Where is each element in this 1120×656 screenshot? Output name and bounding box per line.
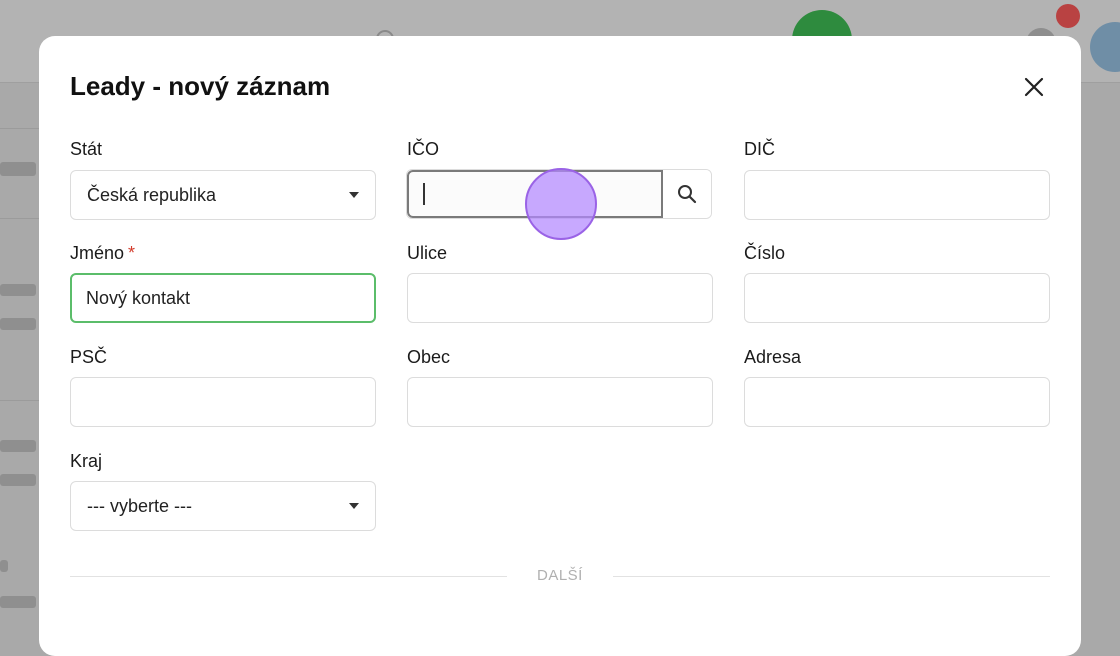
- dic-input[interactable]: [744, 170, 1050, 220]
- close-button[interactable]: [1019, 72, 1049, 102]
- new-lead-modal: Leady - nový záznam Stát Česká republika…: [39, 36, 1081, 656]
- ulice-label: Ulice: [407, 243, 448, 263]
- background-text: [0, 474, 36, 486]
- cislo-input[interactable]: [744, 273, 1050, 323]
- modal-title: Leady - nový záznam: [70, 71, 331, 101]
- section-divider-label: DALŠÍ: [537, 567, 583, 584]
- obec-input[interactable]: [407, 377, 713, 427]
- background-divider: [0, 128, 40, 129]
- stat-select[interactable]: Česká republika: [70, 170, 376, 220]
- psc-input[interactable]: [70, 377, 376, 427]
- background-notification-badge: [1056, 4, 1080, 28]
- jmeno-input[interactable]: [70, 273, 376, 323]
- stat-label: Stát: [70, 139, 103, 159]
- background-text: [0, 440, 36, 452]
- background-divider: [0, 400, 40, 401]
- cislo-label: Číslo: [744, 243, 786, 263]
- background-text: [0, 284, 36, 296]
- dic-label: DIČ: [744, 139, 775, 159]
- section-divider-left: [70, 576, 507, 577]
- jmeno-label-text: Jméno: [70, 243, 125, 263]
- chevron-down-icon: [349, 192, 359, 198]
- kraj-selected-value: --- vyberte ---: [87, 495, 192, 516]
- ulice-input[interactable]: [407, 273, 713, 323]
- pointer-indicator: [525, 168, 597, 240]
- background-text: [0, 560, 8, 572]
- psc-label: PSČ: [70, 347, 108, 367]
- search-icon: [678, 185, 697, 204]
- adresa-input[interactable]: [744, 377, 1050, 427]
- ico-search-button[interactable]: [663, 170, 711, 218]
- background-text: [0, 162, 36, 176]
- background-text: [0, 318, 36, 330]
- section-divider-right: [613, 576, 1050, 577]
- background-text: [0, 596, 36, 608]
- adresa-label: Adresa: [744, 347, 802, 367]
- background-divider: [0, 218, 40, 219]
- chevron-down-icon: [349, 503, 359, 509]
- close-icon: [1024, 77, 1044, 97]
- ico-label: IČO: [407, 139, 440, 159]
- required-asterisk: *: [128, 243, 136, 263]
- jmeno-label: Jméno *: [70, 242, 135, 264]
- kraj-label: Kraj: [70, 451, 103, 471]
- text-caret: [423, 183, 425, 205]
- stat-selected-value: Česká republika: [87, 184, 217, 205]
- obec-label: Obec: [407, 347, 451, 367]
- kraj-select[interactable]: --- vyberte ---: [70, 481, 376, 531]
